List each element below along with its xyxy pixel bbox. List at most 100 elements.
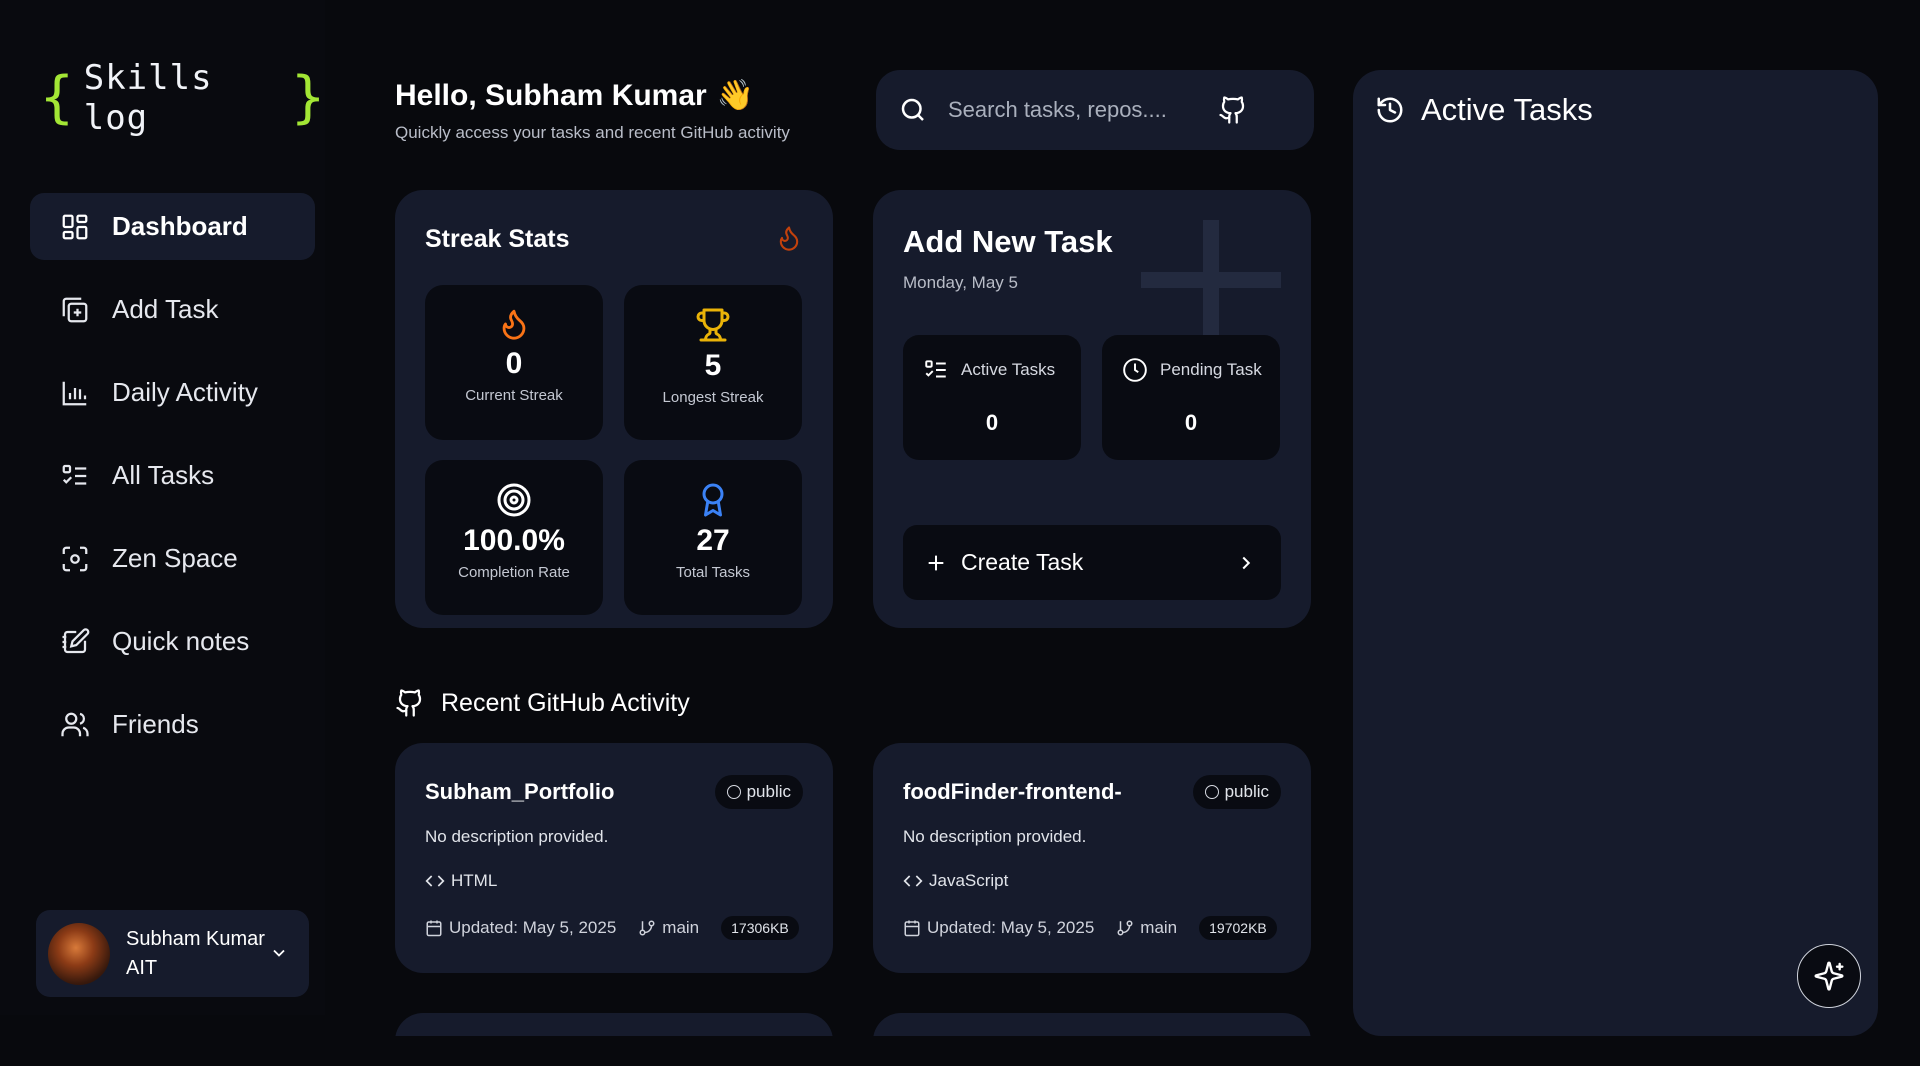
active-tasks-panel-title: Active Tasks — [1421, 92, 1593, 127]
branch-icon — [1117, 920, 1133, 936]
branch-label: main — [1140, 918, 1178, 937]
sidebar-item-label: Quick notes — [112, 626, 250, 656]
stat-label: Current Streak — [465, 387, 563, 404]
repo-language: HTML — [425, 871, 497, 891]
trophy-icon — [696, 308, 730, 342]
sidebar-item-quick-notes[interactable]: Quick notes — [30, 608, 315, 675]
user-profile-menu[interactable]: Subham Kumar AIT — [36, 910, 309, 997]
repo-size: 17306KB — [721, 916, 799, 940]
code-icon — [425, 875, 445, 887]
stat-value: 27 — [696, 524, 730, 557]
list-check-icon — [62, 464, 87, 485]
active-tasks-header: Active Tasks — [923, 357, 1055, 383]
circle-icon — [1204, 785, 1219, 799]
repo-updated: Updated: May 5, 2025 — [425, 918, 616, 938]
clock-icon — [1123, 358, 1147, 382]
github-icon — [396, 689, 422, 717]
sidebar-item-label: Dashboard — [112, 211, 248, 241]
flame-icon — [502, 309, 526, 340]
pending-tasks-count: 0 — [1184, 410, 1198, 435]
pending-tasks-label: Pending Task — [1160, 360, 1262, 379]
create-task-button[interactable]: Create Task — [903, 525, 1281, 600]
sidebar-item-add-task[interactable]: Add Task — [30, 276, 315, 343]
pending-tasks-header: Pending Task — [1122, 357, 1262, 383]
search-icon — [901, 98, 924, 121]
plus-watermark-icon — [1141, 220, 1281, 340]
stat-value: 0 — [505, 347, 523, 380]
sidebar-item-label: Daily Activity — [112, 377, 258, 407]
visibility-label: public — [1224, 782, 1269, 801]
search-bar — [876, 70, 1314, 150]
repo-language: JavaScript — [903, 871, 1008, 891]
sidebar-item-dashboard[interactable]: Dashboard — [30, 193, 315, 260]
code-icon — [903, 875, 923, 887]
repo-branch: main — [638, 918, 699, 938]
streak-title: Streak Stats — [425, 225, 570, 253]
active-tasks-panel: Active Tasks — [1353, 70, 1878, 1036]
stat-label: Longest Streak — [662, 389, 764, 406]
stat-value: 5 — [704, 349, 722, 382]
language-label: JavaScript — [929, 871, 1009, 890]
profile-org: AIT — [126, 956, 158, 979]
stat-completion-rate: 100.0% Completion Rate — [425, 460, 603, 615]
dashboard-icon — [62, 214, 88, 239]
updated-label: Updated: May 5, 2025 — [927, 918, 1095, 937]
circle-icon — [726, 785, 741, 799]
page-title: Hello, Subham Kumar 👋 — [395, 78, 790, 113]
pending-tasks-summary[interactable]: Pending Task 0 — [1102, 335, 1280, 460]
notes-icon — [62, 627, 90, 653]
chevron-down-icon[interactable] — [269, 943, 289, 963]
sidebar-item-label: All Tasks — [112, 460, 215, 490]
sidebar-item-label: Zen Space — [112, 543, 238, 573]
ai-assistant-button[interactable] — [1797, 944, 1861, 1008]
app-logo[interactable]: { Skills log } — [40, 58, 325, 138]
calendar-icon — [904, 920, 920, 937]
profile-name: Subham Kumar — [126, 927, 265, 950]
language-label: HTML — [451, 871, 498, 890]
active-tasks-summary[interactable]: Active Tasks 0 — [903, 335, 1081, 460]
github-activity-heading: Recent GitHub Activity — [395, 688, 690, 718]
repo-branch: main — [1116, 918, 1177, 938]
visibility-badge: public — [1192, 775, 1281, 809]
visibility-label: public — [746, 782, 791, 801]
award-icon — [702, 483, 724, 517]
sidebar: { Skills log } Dashboard Add Task Daily … — [0, 0, 325, 1015]
repo-updated: Updated: May 5, 2025 — [903, 918, 1094, 938]
add-task-card: Add New Task Monday, May 5 Active Tasks … — [873, 190, 1311, 628]
history-icon — [1377, 97, 1403, 123]
sidebar-item-zen-space[interactable]: Zen Space — [30, 525, 315, 592]
stat-label: Completion Rate — [458, 564, 570, 581]
updated-label: Updated: May 5, 2025 — [449, 918, 617, 937]
plus-icon — [928, 555, 944, 570]
repo-name: Subham_Portfolio — [425, 779, 615, 804]
repo-card[interactable]: foodFinder-frontend- public No descripti… — [873, 743, 1311, 973]
repo-description: No description provided. — [425, 827, 609, 846]
stat-label: Total Tasks — [676, 564, 750, 581]
current-date: Monday, May 5 — [903, 273, 1018, 292]
list-check-icon — [925, 360, 946, 378]
sidebar-item-daily-activity[interactable]: Daily Activity — [30, 359, 315, 426]
sidebar-item-friends[interactable]: Friends — [30, 691, 315, 758]
stat-current-streak: 0 Current Streak — [425, 285, 603, 440]
sidebar-item-label: Friends — [112, 709, 199, 739]
stat-longest-streak: 5 Longest Streak — [624, 285, 802, 440]
repo-description: No description provided. — [903, 827, 1087, 846]
sidebar-item-all-tasks[interactable]: All Tasks — [30, 442, 315, 509]
repo-card[interactable]: Subham_Portfolio public No description p… — [395, 743, 833, 973]
search-input[interactable] — [948, 97, 1198, 123]
create-task-label: Create Task — [961, 549, 1084, 575]
github-activity-title: Recent GitHub Activity — [441, 688, 690, 717]
chevron-right-icon — [1242, 556, 1251, 570]
github-icon[interactable] — [1218, 95, 1248, 125]
sparkles-icon — [1814, 961, 1844, 991]
repo-size: 19702KB — [1199, 916, 1277, 940]
logo-text: Skills log — [83, 58, 213, 138]
streak-stats-card: Streak Stats 0 Current Streak 5 Longest … — [395, 190, 833, 628]
avatar — [48, 922, 110, 985]
sidebar-nav: Dashboard Add Task Daily Activity All Ta… — [30, 193, 315, 774]
add-task-title: Add New Task — [903, 224, 1113, 259]
visibility-badge: public — [714, 775, 803, 809]
repo-meta: Updated: May 5, 2025 main 17306KB — [425, 916, 799, 940]
active-tasks-panel-header: Active Tasks — [1375, 92, 1593, 128]
branch-icon — [639, 920, 655, 936]
